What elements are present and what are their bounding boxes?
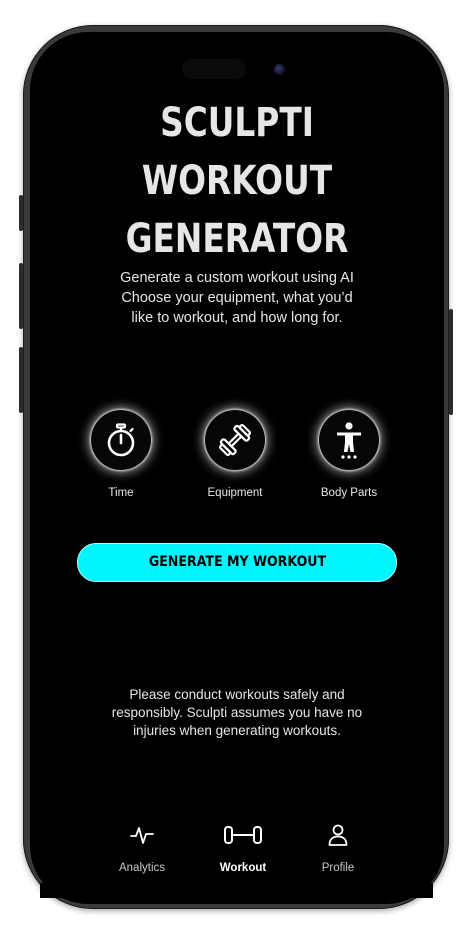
volume-down-button: [19, 347, 23, 413]
tab-workout-label: Workout: [219, 862, 267, 874]
page-title: SCULPTI WORKOUT GENERATOR: [67, 94, 406, 268]
feature-body-parts[interactable]: Body Parts: [299, 408, 399, 499]
body-figure-icon: [337, 422, 361, 459]
safety-disclaimer: Please conduct workouts safely and respo…: [104, 686, 370, 740]
dumbbell-icon: [218, 423, 252, 457]
barbell-icon: [224, 826, 262, 844]
tab-analytics[interactable]: Analytics: [102, 822, 182, 874]
tab-bar: Analytics Workout Profile: [30, 822, 444, 882]
feature-equipment-label: Equipment: [207, 487, 263, 499]
feature-time-label: Time: [108, 487, 134, 499]
stopwatch-icon: [107, 423, 135, 457]
power-button: [449, 309, 453, 415]
feature-equipment[interactable]: Equipment: [185, 408, 285, 499]
intro-line-1: Generate a custom workout using AI: [120, 270, 354, 286]
title-line-2: GENERATOR: [125, 216, 349, 262]
app-screen: SCULPTI WORKOUT GENERATOR Generate a cus…: [30, 32, 444, 904]
camera-icon: [274, 64, 285, 75]
feature-options: Time Equipment Body Parts: [30, 408, 444, 508]
title-line-1: SCULPTI WORKOUT: [141, 100, 333, 204]
tab-workout[interactable]: Workout: [203, 822, 283, 874]
intro-line-3: like to workout, and how long for.: [131, 310, 343, 326]
action-button: [19, 195, 23, 231]
feature-body-parts-label: Body Parts: [320, 487, 378, 499]
bottom-strip: [40, 883, 433, 898]
time-circle[interactable]: [91, 410, 151, 470]
generate-workout-button[interactable]: GENERATE MY WORKOUT: [77, 543, 397, 582]
disclaimer-line-3: injuries when generating workouts.: [133, 723, 341, 738]
pulse-icon: [130, 827, 154, 844]
generate-workout-label: GENERATE MY WORKOUT: [148, 554, 326, 570]
tab-profile[interactable]: Profile: [298, 822, 378, 874]
person-icon: [328, 824, 348, 846]
feature-time[interactable]: Time: [71, 408, 171, 499]
disclaimer-line-2: responsibly. Sculpti assumes you have no: [111, 705, 363, 720]
volume-up-button: [19, 263, 23, 329]
disclaimer-line-1: Please conduct workouts safely and: [129, 687, 345, 702]
tab-analytics-label: Analytics: [118, 862, 166, 874]
intro-text: Generate a custom workout using AI Choos…: [100, 268, 374, 328]
body-parts-circle[interactable]: [319, 410, 379, 470]
intro-line-2: Choose your equipment, what you’d: [121, 290, 353, 306]
tab-profile-label: Profile: [321, 862, 355, 874]
equipment-circle[interactable]: [205, 410, 265, 470]
dynamic-island: [182, 59, 246, 79]
